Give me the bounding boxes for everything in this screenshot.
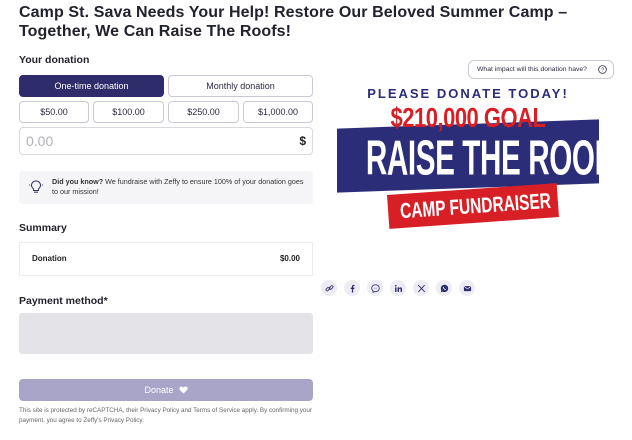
banner-headline: RAISE THE ROOF xyxy=(365,131,613,187)
amount-button-50[interactable]: $50.00 xyxy=(19,101,89,123)
facebook-icon[interactable] xyxy=(344,280,360,296)
heart-icon xyxy=(178,386,188,394)
amount-placeholder: 0.00 xyxy=(26,133,54,149)
summary-value: $0.00 xyxy=(279,254,300,263)
currency-symbol: $ xyxy=(299,134,306,148)
info-box: Did you know? We fundraise with Zeffy to… xyxy=(19,171,313,204)
impact-button[interactable]: What impact will this donation have? ? xyxy=(468,60,614,79)
amount-button-250[interactable]: $250.00 xyxy=(168,101,239,123)
banner-goal: $210,000 GOAL xyxy=(390,101,546,133)
question-circle-icon: ? xyxy=(598,65,607,76)
link-icon[interactable] xyxy=(321,280,337,296)
info-text: Did you know? We fundraise with Zeffy to… xyxy=(52,177,307,197)
one-time-donation-tab[interactable]: One-time donation xyxy=(19,75,164,97)
summary-heading: Summary xyxy=(19,222,67,234)
impact-label: What impact will this donation have? xyxy=(477,66,587,73)
linkedin-icon[interactable] xyxy=(390,280,406,296)
banner-please-donate: PLEASE DONATE TODAY! xyxy=(367,86,569,101)
summary-label: Donation xyxy=(32,254,67,263)
page-title: Camp St. Sava Needs Your Help! Restore O… xyxy=(19,4,568,40)
donation-heading: Your donation xyxy=(19,54,90,66)
banner-sub: CAMP FUNDRAISER xyxy=(399,188,552,224)
lightbulb-icon xyxy=(28,179,44,200)
summary-box: Donation $0.00 xyxy=(19,242,313,276)
x-icon[interactable] xyxy=(413,280,429,296)
amount-input[interactable]: 0.00 $ xyxy=(19,127,313,155)
legal-text: This site is protected by reCAPTCHA, the… xyxy=(19,407,313,424)
svg-text:?: ? xyxy=(601,68,604,74)
donate-label: Donate xyxy=(144,385,174,395)
info-bold: Did you know? xyxy=(52,177,104,186)
amount-button-1000[interactable]: $1,000.00 xyxy=(243,101,313,123)
donate-button[interactable]: Donate xyxy=(19,379,313,401)
banner-red-band: CAMP FUNDRAISER xyxy=(387,183,559,229)
payment-heading: Payment method* xyxy=(19,295,108,307)
share-bar xyxy=(321,280,475,296)
monthly-donation-tab[interactable]: Monthly donation xyxy=(168,75,313,97)
payment-method-field[interactable] xyxy=(19,313,313,354)
email-icon[interactable] xyxy=(459,280,475,296)
whatsapp-icon[interactable] xyxy=(436,280,452,296)
fundraiser-banner: PLEASE DONATE TODAY! $210,000 GOAL RAISE… xyxy=(337,86,613,246)
amount-button-100[interactable]: $100.00 xyxy=(93,101,164,123)
messenger-icon[interactable] xyxy=(367,280,383,296)
